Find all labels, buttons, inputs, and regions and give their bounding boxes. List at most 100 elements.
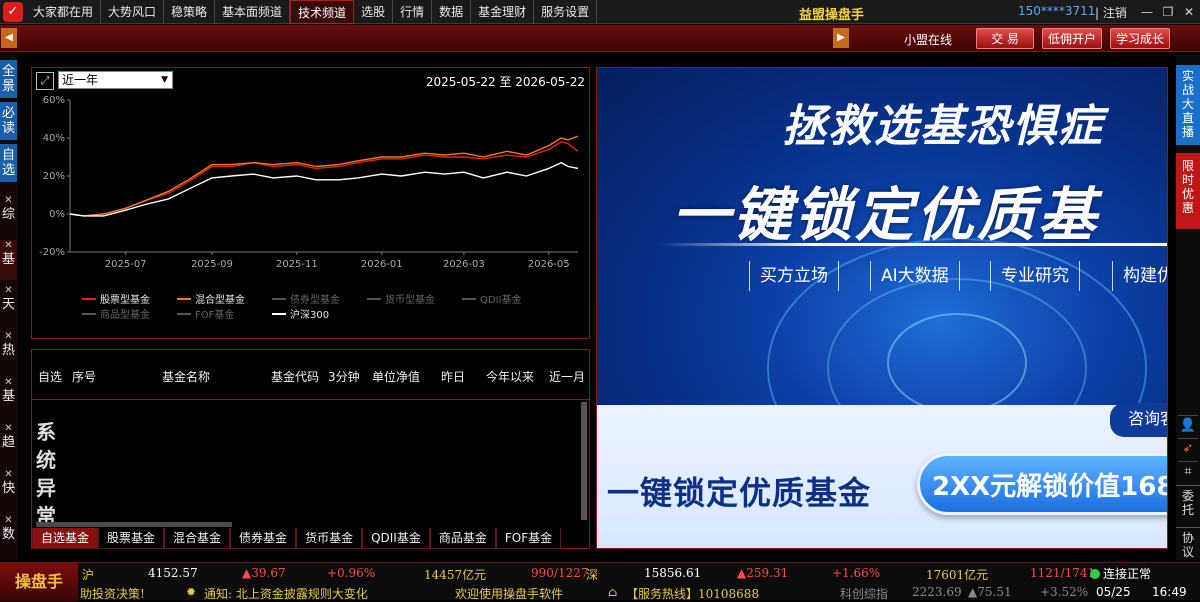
close-icon[interactable]: ✕ (0, 240, 17, 252)
period-select[interactable]: 近一年 ▼ (58, 71, 173, 89)
legend-label: 沪深300 (290, 310, 330, 321)
fund-tab[interactable]: 股票基金 (98, 528, 165, 549)
fund-tab[interactable]: 货币基金 (296, 528, 363, 549)
legend-item[interactable]: 债券型基金 (272, 291, 340, 306)
sh-label[interactable]: 沪 (82, 566, 94, 583)
menu-item[interactable]: 选股 (354, 0, 394, 24)
tab-panorama[interactable]: 全景 (0, 60, 17, 98)
expand-right-icon[interactable]: ▶ (833, 28, 849, 48)
vertical-scrollbar[interactable] (581, 402, 587, 520)
crop-icon[interactable]: ⌗ (1178, 461, 1198, 481)
tab-trend[interactable]: ✕ 趋 (0, 423, 17, 463)
sz-label[interactable]: 深 (586, 566, 598, 583)
tab-must-read[interactable]: 必读 (0, 102, 17, 140)
menu-item[interactable]: 大势风口 (101, 0, 165, 24)
col-header-nav[interactable]: 单位净值 (372, 368, 420, 385)
fund-tab[interactable]: 债券基金 (230, 528, 297, 549)
user-icon[interactable]: 👤 (1178, 415, 1198, 435)
online-assistant-label[interactable]: 小盟在线 (904, 31, 952, 48)
maximize-icon[interactable]: ❐ (1160, 4, 1176, 20)
tab-label: 天 (1, 297, 15, 312)
trade-button[interactable]: 交 易 (976, 28, 1034, 49)
col-header-1m[interactable]: 近一月 (549, 368, 585, 385)
sh-pct: +0.96% (327, 566, 376, 580)
menu-item[interactable]: 基金理财 (471, 0, 535, 24)
connection-text: 连接正常 (1103, 567, 1152, 581)
minimize-icon[interactable]: — (1139, 4, 1155, 20)
user-account[interactable]: 150****3711 (1018, 4, 1095, 18)
legend-item[interactable]: QDII基金 (462, 291, 521, 306)
legend-item[interactable]: 股票型基金 (82, 291, 150, 306)
fund-tab[interactable]: 商品基金 (429, 528, 496, 549)
ad-consult-button[interactable]: 咨询客 (1110, 403, 1167, 437)
close-icon[interactable]: ✕ (0, 469, 17, 481)
menu-item[interactable]: 大家都在用 (26, 0, 102, 24)
entrust-button[interactable]: 委托 (1176, 485, 1200, 523)
fund-tab[interactable]: 自选基金 (32, 528, 99, 549)
col-header-yesterday[interactable]: 昨日 (441, 368, 465, 385)
menu-item[interactable]: 基本面频道 (215, 0, 291, 24)
open-account-button[interactable]: 低佣开户 (1042, 28, 1102, 49)
ad-feature: AI大数据 (870, 261, 960, 291)
tab-label: 综 (1, 207, 15, 222)
col-header-3min[interactable]: 3分钟 (328, 368, 360, 385)
legend-item[interactable]: 货币型基金 (367, 291, 435, 306)
col-header-ytd[interactable]: 今年以来 (486, 368, 534, 385)
rocket-icon[interactable]: ➶ (1178, 438, 1198, 458)
legend-swatch (272, 312, 286, 315)
tab-hot[interactable]: ✕ 热 (0, 331, 17, 371)
ad-cta-text: 一键锁定优质基金 (607, 474, 872, 512)
legend-item[interactable]: 商品型基金 (82, 306, 150, 321)
close-icon[interactable]: ✕ (0, 423, 17, 435)
ad-feature: 专业研究 (990, 261, 1080, 291)
sz-updown: 1121/1741 (1030, 566, 1096, 580)
promo-button[interactable]: 限时优惠 (1176, 153, 1200, 229)
close-icon[interactable]: ✕ (0, 285, 17, 297)
live-stream-button[interactable]: 实战大直播 (1176, 65, 1200, 145)
fund-tab[interactable]: 混合基金 (164, 528, 231, 549)
top-menu-bar: ✓ 大家都在用 大势风口 稳策略 基本面频道 技术频道 选股 行情 数据 基金理财 服务设置 益盟… (0, 0, 1200, 24)
tab-fund[interactable]: ✕ 基 (0, 240, 17, 280)
tab-fund-2[interactable]: ✕ 基 (0, 377, 17, 417)
tab-label: 自选 (1, 148, 15, 178)
close-icon[interactable]: ✕ (1181, 4, 1197, 20)
sz-index: 15856.61 (644, 566, 702, 580)
menu-item[interactable]: 稳策略 (164, 0, 216, 24)
tab-data[interactable]: ✕ 数 (0, 515, 17, 555)
col-header-name[interactable]: 基金名称 (162, 368, 210, 385)
fund-tab[interactable]: FOF基金 (495, 528, 562, 549)
notice-text[interactable]: 通知: 北上资金披露规则大变化 (204, 585, 368, 602)
col-header-code[interactable]: 基金代码 (271, 368, 319, 385)
learning-button[interactable]: 学习成长 (1110, 28, 1170, 49)
tab-label: 趋 (1, 435, 15, 450)
horizontal-scrollbar[interactable] (36, 522, 232, 527)
menu-item[interactable]: 数据 (432, 0, 472, 24)
legend-label: QDII基金 (480, 295, 522, 306)
menu-item[interactable]: 行情 (393, 0, 433, 24)
legend-swatch (272, 297, 286, 300)
close-icon[interactable]: ✕ (0, 195, 17, 207)
legend-item[interactable]: FOF基金 (177, 306, 234, 321)
collapse-left-icon[interactable]: ◀ (1, 28, 17, 48)
tab-sky[interactable]: ✕ 天 (0, 285, 17, 325)
legend-item[interactable]: 混合型基金 (177, 291, 245, 306)
logout-link[interactable]: | 注销 (1095, 4, 1127, 21)
col-header-index[interactable]: 序号 (72, 368, 96, 385)
tab-composite[interactable]: ✕ 综 (0, 195, 17, 235)
menu-item[interactable]: 技术频道 (290, 0, 355, 24)
fund-tab[interactable]: QDII基金 (362, 528, 430, 549)
tab-watchlist[interactable]: 自选 (0, 144, 17, 182)
close-icon[interactable]: ✕ (0, 331, 17, 343)
close-icon[interactable]: ✕ (0, 515, 17, 527)
legend-item[interactable]: 沪深300 (272, 306, 329, 321)
legend-label: FOF基金 (195, 310, 235, 321)
sh-index: 4152.57 (148, 566, 198, 580)
col-header-watch[interactable]: 自选 (38, 368, 62, 385)
agreement-button[interactable]: 协议 (1176, 527, 1200, 561)
close-icon[interactable]: ✕ (0, 377, 17, 389)
ad-banner[interactable]: 拯救选基恐惧症 一键锁定优质基 买方立场 AI大数据 专业研究 构建优 咨询客 … (596, 67, 1168, 549)
tab-fast[interactable]: ✕ 快 (0, 469, 17, 509)
menu-item[interactable]: 服务设置 (534, 0, 598, 24)
expand-icon[interactable]: ⤢ (36, 72, 54, 90)
period-select-value: 近一年 (62, 73, 99, 87)
